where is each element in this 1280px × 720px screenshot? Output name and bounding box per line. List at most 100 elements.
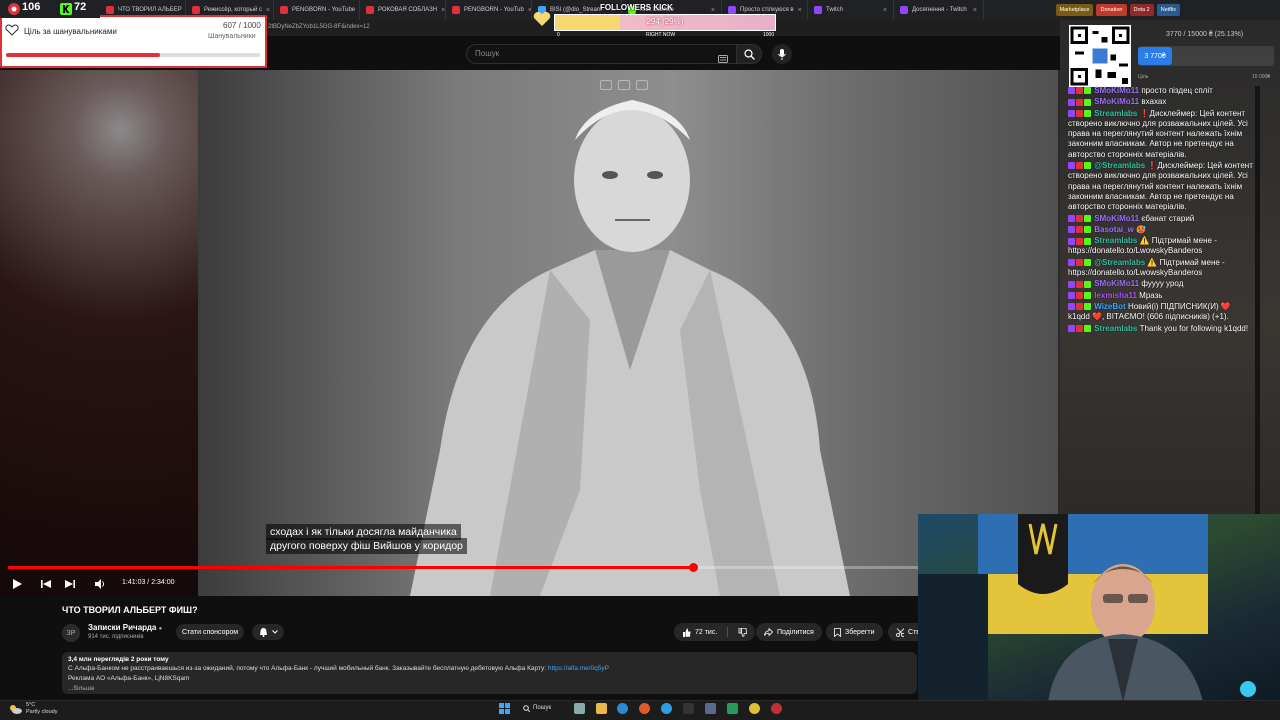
next-button[interactable] [64, 577, 76, 595]
browser-tab[interactable]: PENGBORN - YouTub × [446, 0, 532, 20]
chat-username[interactable]: Basotai_w [1092, 225, 1136, 234]
tab-close-icon[interactable]: × [798, 7, 802, 14]
tab-label: PENGBORN - YouTub [464, 7, 524, 13]
search-button[interactable] [736, 44, 762, 64]
tab-favicon [106, 6, 114, 14]
weather-widget[interactable]: 5°C Partly cloudy [26, 702, 58, 716]
play-button[interactable] [11, 577, 23, 595]
sponsor-button[interactable]: Стати спонсором [176, 624, 245, 640]
goal-progress-fill [6, 53, 161, 57]
telegram-icon[interactable] [661, 703, 672, 714]
donation-goal-max: 15 000₴ [1252, 74, 1271, 80]
obs-icon[interactable] [683, 703, 694, 714]
weather-temp: 5°C [26, 702, 36, 708]
share-button[interactable]: Поділитися [756, 623, 822, 641]
donation-goal-text: 3770 / 15000 ₴ (25.13%) [1166, 31, 1244, 38]
app-icon[interactable] [705, 703, 716, 714]
share-label: Поділитися [777, 628, 814, 636]
chat-message: WizeBot Новий(і) ПІДПИСНИК(И) ❤️ k1qdd ❤… [1068, 302, 1254, 323]
goal-count: 607 / 1000 [223, 21, 261, 30]
qr-code-image [1070, 26, 1130, 86]
channel-name[interactable]: Записки Ричарда ● [88, 623, 162, 632]
browser-tab[interactable]: PENGBORN - YouTube× [274, 0, 360, 20]
channel-avatar[interactable]: ЗР [62, 624, 80, 642]
copy-icon[interactable] [636, 80, 648, 90]
chevron-down-icon [271, 630, 278, 634]
tab-close-icon[interactable]: × [973, 7, 977, 14]
firefox-icon[interactable] [639, 703, 650, 714]
chat-username[interactable]: SMoKiMo11 [1092, 86, 1141, 95]
chat-username[interactable]: Streamlabs [1092, 109, 1140, 118]
browser-tab[interactable]: Twitch × [808, 0, 894, 20]
chat-platform-icon [1076, 214, 1083, 222]
search-input[interactable]: Пошук [466, 44, 738, 64]
address-text[interactable]: 2tBDyNeZbZYob1L5GG-8F&index=12 [268, 24, 370, 30]
tab-close-icon[interactable]: × [711, 7, 715, 14]
description-more[interactable]: ...більше [68, 685, 95, 692]
chat-username[interactable]: SMoKiMo11 [1092, 279, 1141, 288]
chat-username[interactable]: Streamlabs [1092, 324, 1140, 333]
miniplayer-icon[interactable] [618, 80, 630, 90]
chat-platform-icon [1076, 259, 1083, 267]
description-ad: Реклама АО «Альфа-Банк», LjN8KSqam [68, 675, 190, 682]
chat-username[interactable]: @Streamlabs [1092, 161, 1147, 170]
chat-username[interactable]: WizeBot [1092, 302, 1128, 311]
bell-icon [259, 628, 267, 637]
spreadsheet-icon[interactable] [727, 703, 738, 714]
file-explorer-icon[interactable] [596, 703, 607, 714]
browser-tab[interactable]: РОКОВАЯ СОБЛАЗН × [360, 0, 446, 20]
taskbar-search[interactable]: Пошук [519, 702, 555, 714]
chat-platform-icon [1084, 303, 1091, 311]
chat-username[interactable]: SMoKiMo11 [1092, 214, 1141, 223]
chat-username[interactable]: SMoKiMo11 [1092, 97, 1141, 106]
chat-platform-icon [1068, 162, 1075, 170]
task-view-icon[interactable] [574, 703, 585, 714]
donation-progress-fill: 3 770₴ [1138, 47, 1173, 65]
video-overlay-icons [600, 80, 648, 90]
channel-name-text[interactable]: Записки Ричарда [88, 623, 156, 632]
keyboard-icon[interactable] [718, 50, 728, 63]
bookmark-item[interactable]: Donation [1096, 4, 1127, 16]
chat-username[interactable]: Streamlabs [1092, 236, 1140, 245]
voice-search-button[interactable] [772, 44, 792, 64]
chat-username[interactable]: lexmisha11 [1092, 291, 1139, 300]
volume-button[interactable] [94, 577, 106, 595]
chat-message: Basotai_w 🥵 [1068, 225, 1254, 235]
streamlabs-icon[interactable] [771, 703, 782, 714]
caption-icon[interactable] [600, 80, 612, 90]
edge-icon[interactable] [617, 703, 628, 714]
tab-close-icon[interactable]: × [441, 7, 445, 14]
description-link[interactable]: https://alfa.me/0q5yP [548, 665, 609, 672]
chat-platform-icon [1068, 280, 1075, 288]
previous-button[interactable] [40, 577, 52, 595]
chat-message: @Streamlabs ❗Дисклеймер: Цей контент ств… [1068, 161, 1254, 212]
video-time: 1:41:03 / 2:34:00 [122, 579, 175, 586]
tab-favicon [900, 6, 908, 14]
weather-icon[interactable] [8, 703, 22, 715]
video-scrubber-handle[interactable] [688, 563, 698, 572]
description-box[interactable] [62, 652, 917, 694]
chat-platform-icon [1084, 259, 1091, 267]
chat-platform-icon [1084, 98, 1091, 106]
tab-label: РОКОВАЯ СОБЛАЗН [378, 7, 438, 13]
bookmark-item[interactable]: Netflix [1156, 4, 1180, 16]
chat-platform-icon [1084, 87, 1091, 95]
channel-subscribers: 914 тис. підписників [88, 634, 144, 640]
notification-bell-button[interactable] [252, 624, 284, 640]
bookmark-item[interactable]: Marketplace [1055, 4, 1094, 16]
chrome-icon[interactable] [749, 703, 760, 714]
like-button[interactable]: 72 тис. [674, 623, 756, 641]
browser-tab[interactable]: Досягнення - Twitch × [894, 0, 984, 20]
tab-close-icon[interactable]: × [883, 7, 887, 14]
windows-start-icon[interactable] [499, 703, 510, 714]
tab-label: BISI (@dio_Stream [550, 7, 602, 13]
bookmark-item[interactable]: Dota 2 [1129, 4, 1154, 16]
tab-close-icon[interactable]: × [266, 7, 270, 14]
thumbs-down-icon[interactable] [738, 627, 748, 637]
save-button[interactable]: Зберегти [826, 623, 883, 641]
chat-username[interactable]: @Streamlabs [1092, 258, 1147, 267]
description-line: С Альфа-Банком не расстраиваешься из-за … [68, 665, 609, 672]
chat-scrollbar[interactable] [1255, 86, 1260, 514]
chat-platform-icon [1084, 237, 1091, 245]
chat-platform-icon [1076, 324, 1083, 332]
